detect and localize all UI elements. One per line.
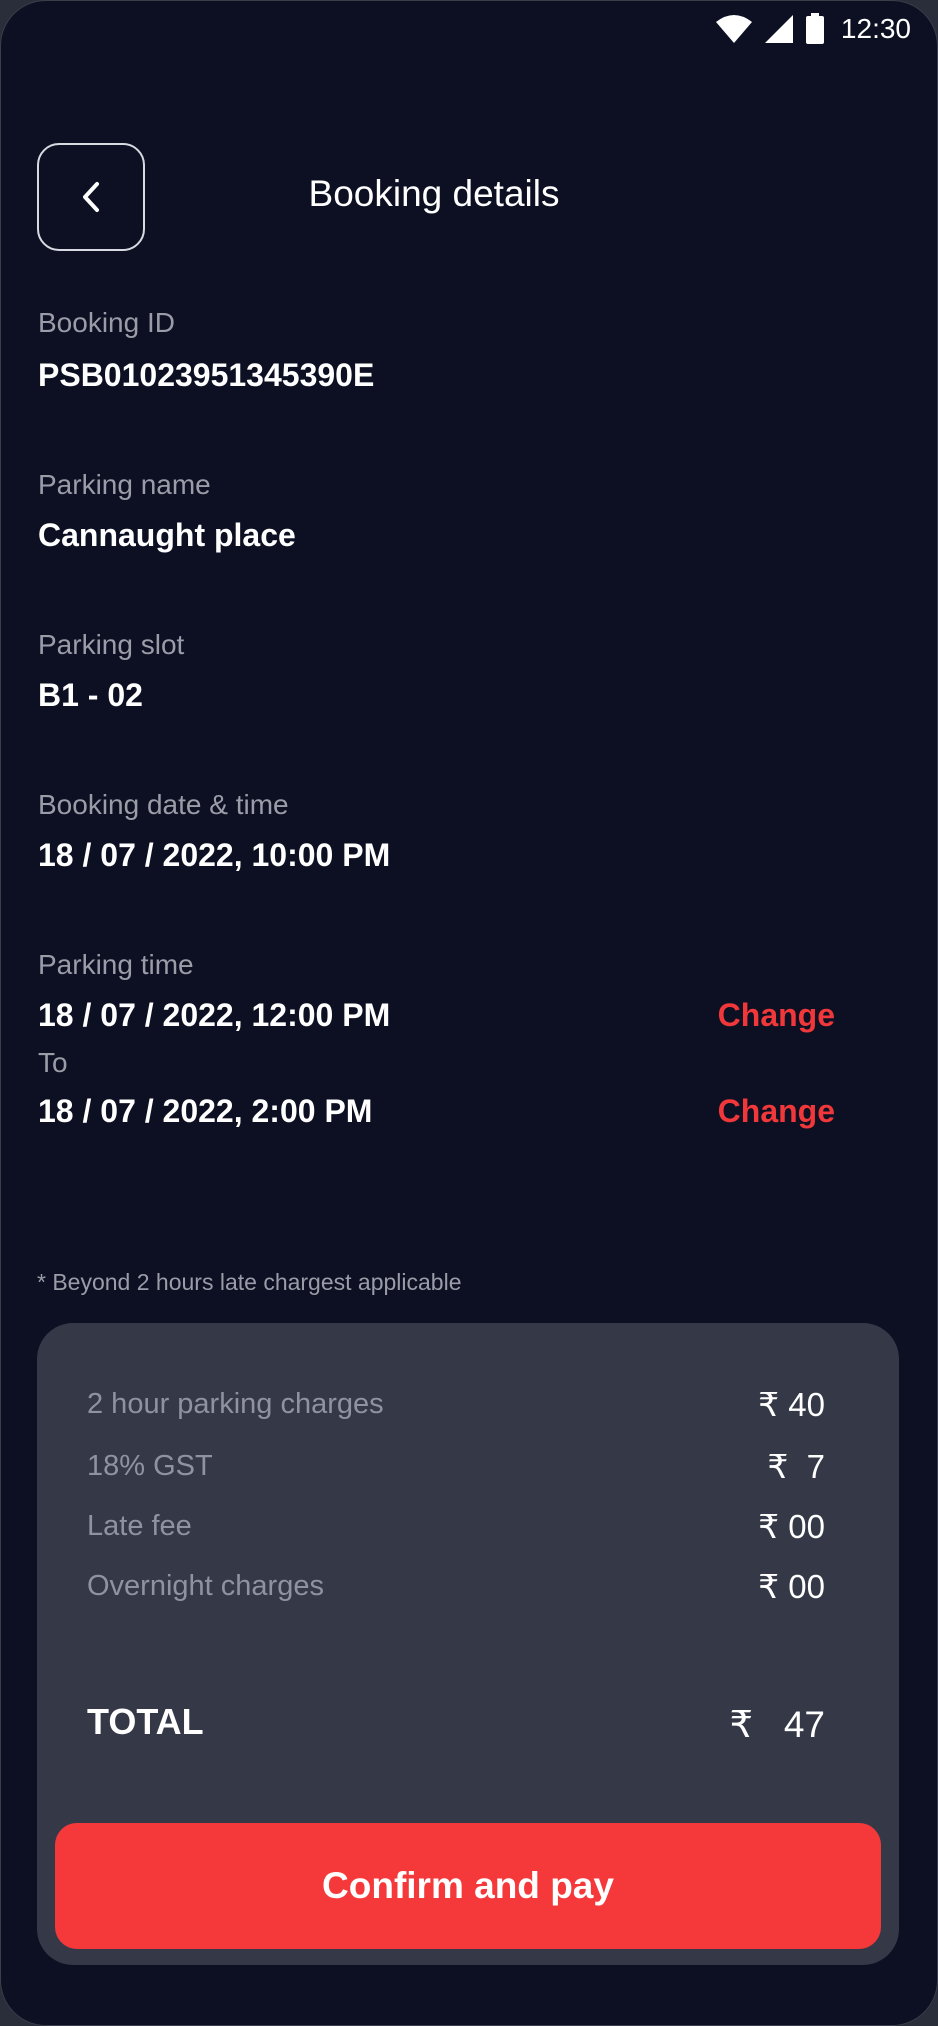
battery-icon	[805, 13, 824, 44]
total-amount: ₹ 47	[729, 1704, 825, 1745]
booking-id-label: Booking ID	[38, 307, 175, 338]
charges-summary-card: 2 hour parking charges ₹ 40 18% GST ₹ 7 …	[37, 1323, 899, 1965]
status-time: 12:30	[840, 13, 911, 44]
change-end-time-link[interactable]: Change	[718, 1093, 835, 1130]
charge-label: Overnight charges	[87, 1570, 324, 1602]
parking-name-value: Cannaught place	[38, 517, 296, 553]
signal-icon	[764, 15, 793, 43]
charge-amount: ₹ 00	[758, 1508, 825, 1545]
charge-amount: ₹ 40	[758, 1386, 825, 1423]
parking-time-to-label: To	[38, 1047, 68, 1078]
booking-id-value: PSB01023951345390E	[38, 357, 375, 393]
parking-time-to-value: 18 / 07 / 2022, 2:00 PM	[38, 1093, 373, 1129]
charge-label: 2 hour parking charges	[87, 1388, 384, 1420]
late-charge-note: * Beyond 2 hours late chargest applicabl…	[37, 1269, 462, 1295]
charge-row-overnight: Overnight charges ₹ 00	[87, 1567, 825, 1606]
charge-row-parking: 2 hour parking charges ₹ 40	[87, 1385, 825, 1424]
parking-time-label: Parking time	[38, 949, 194, 980]
parking-name-label: Parking name	[38, 469, 211, 500]
charge-row-gst: 18% GST ₹ 7	[87, 1447, 825, 1486]
charge-amount: ₹ 00	[758, 1568, 825, 1605]
parking-time-from-value: 18 / 07 / 2022, 12:00 PM	[38, 997, 391, 1033]
charge-label: Late fee	[87, 1510, 192, 1542]
booking-datetime-label: Booking date & time	[38, 789, 289, 820]
charge-row-late-fee: Late fee ₹ 00	[87, 1507, 825, 1546]
total-label: TOTAL	[87, 1701, 204, 1742]
parking-slot-label: Parking slot	[38, 629, 185, 660]
parking-slot-value: B1 - 02	[38, 677, 143, 713]
charge-amount: ₹ 7	[767, 1448, 825, 1485]
change-start-time-link[interactable]: Change	[718, 997, 835, 1034]
page-title: Booking details	[308, 173, 560, 214]
status-bar: 12:30	[715, 9, 911, 49]
confirm-and-pay-button[interactable]: Confirm and pay	[55, 1823, 881, 1949]
phone-screen: 12:30 Booking details Booking ID PSB0102…	[0, 0, 938, 2026]
charge-label: 18% GST	[87, 1450, 213, 1482]
booking-datetime-value: 18 / 07 / 2022, 10:00 PM	[38, 837, 391, 873]
wifi-icon	[715, 15, 752, 43]
